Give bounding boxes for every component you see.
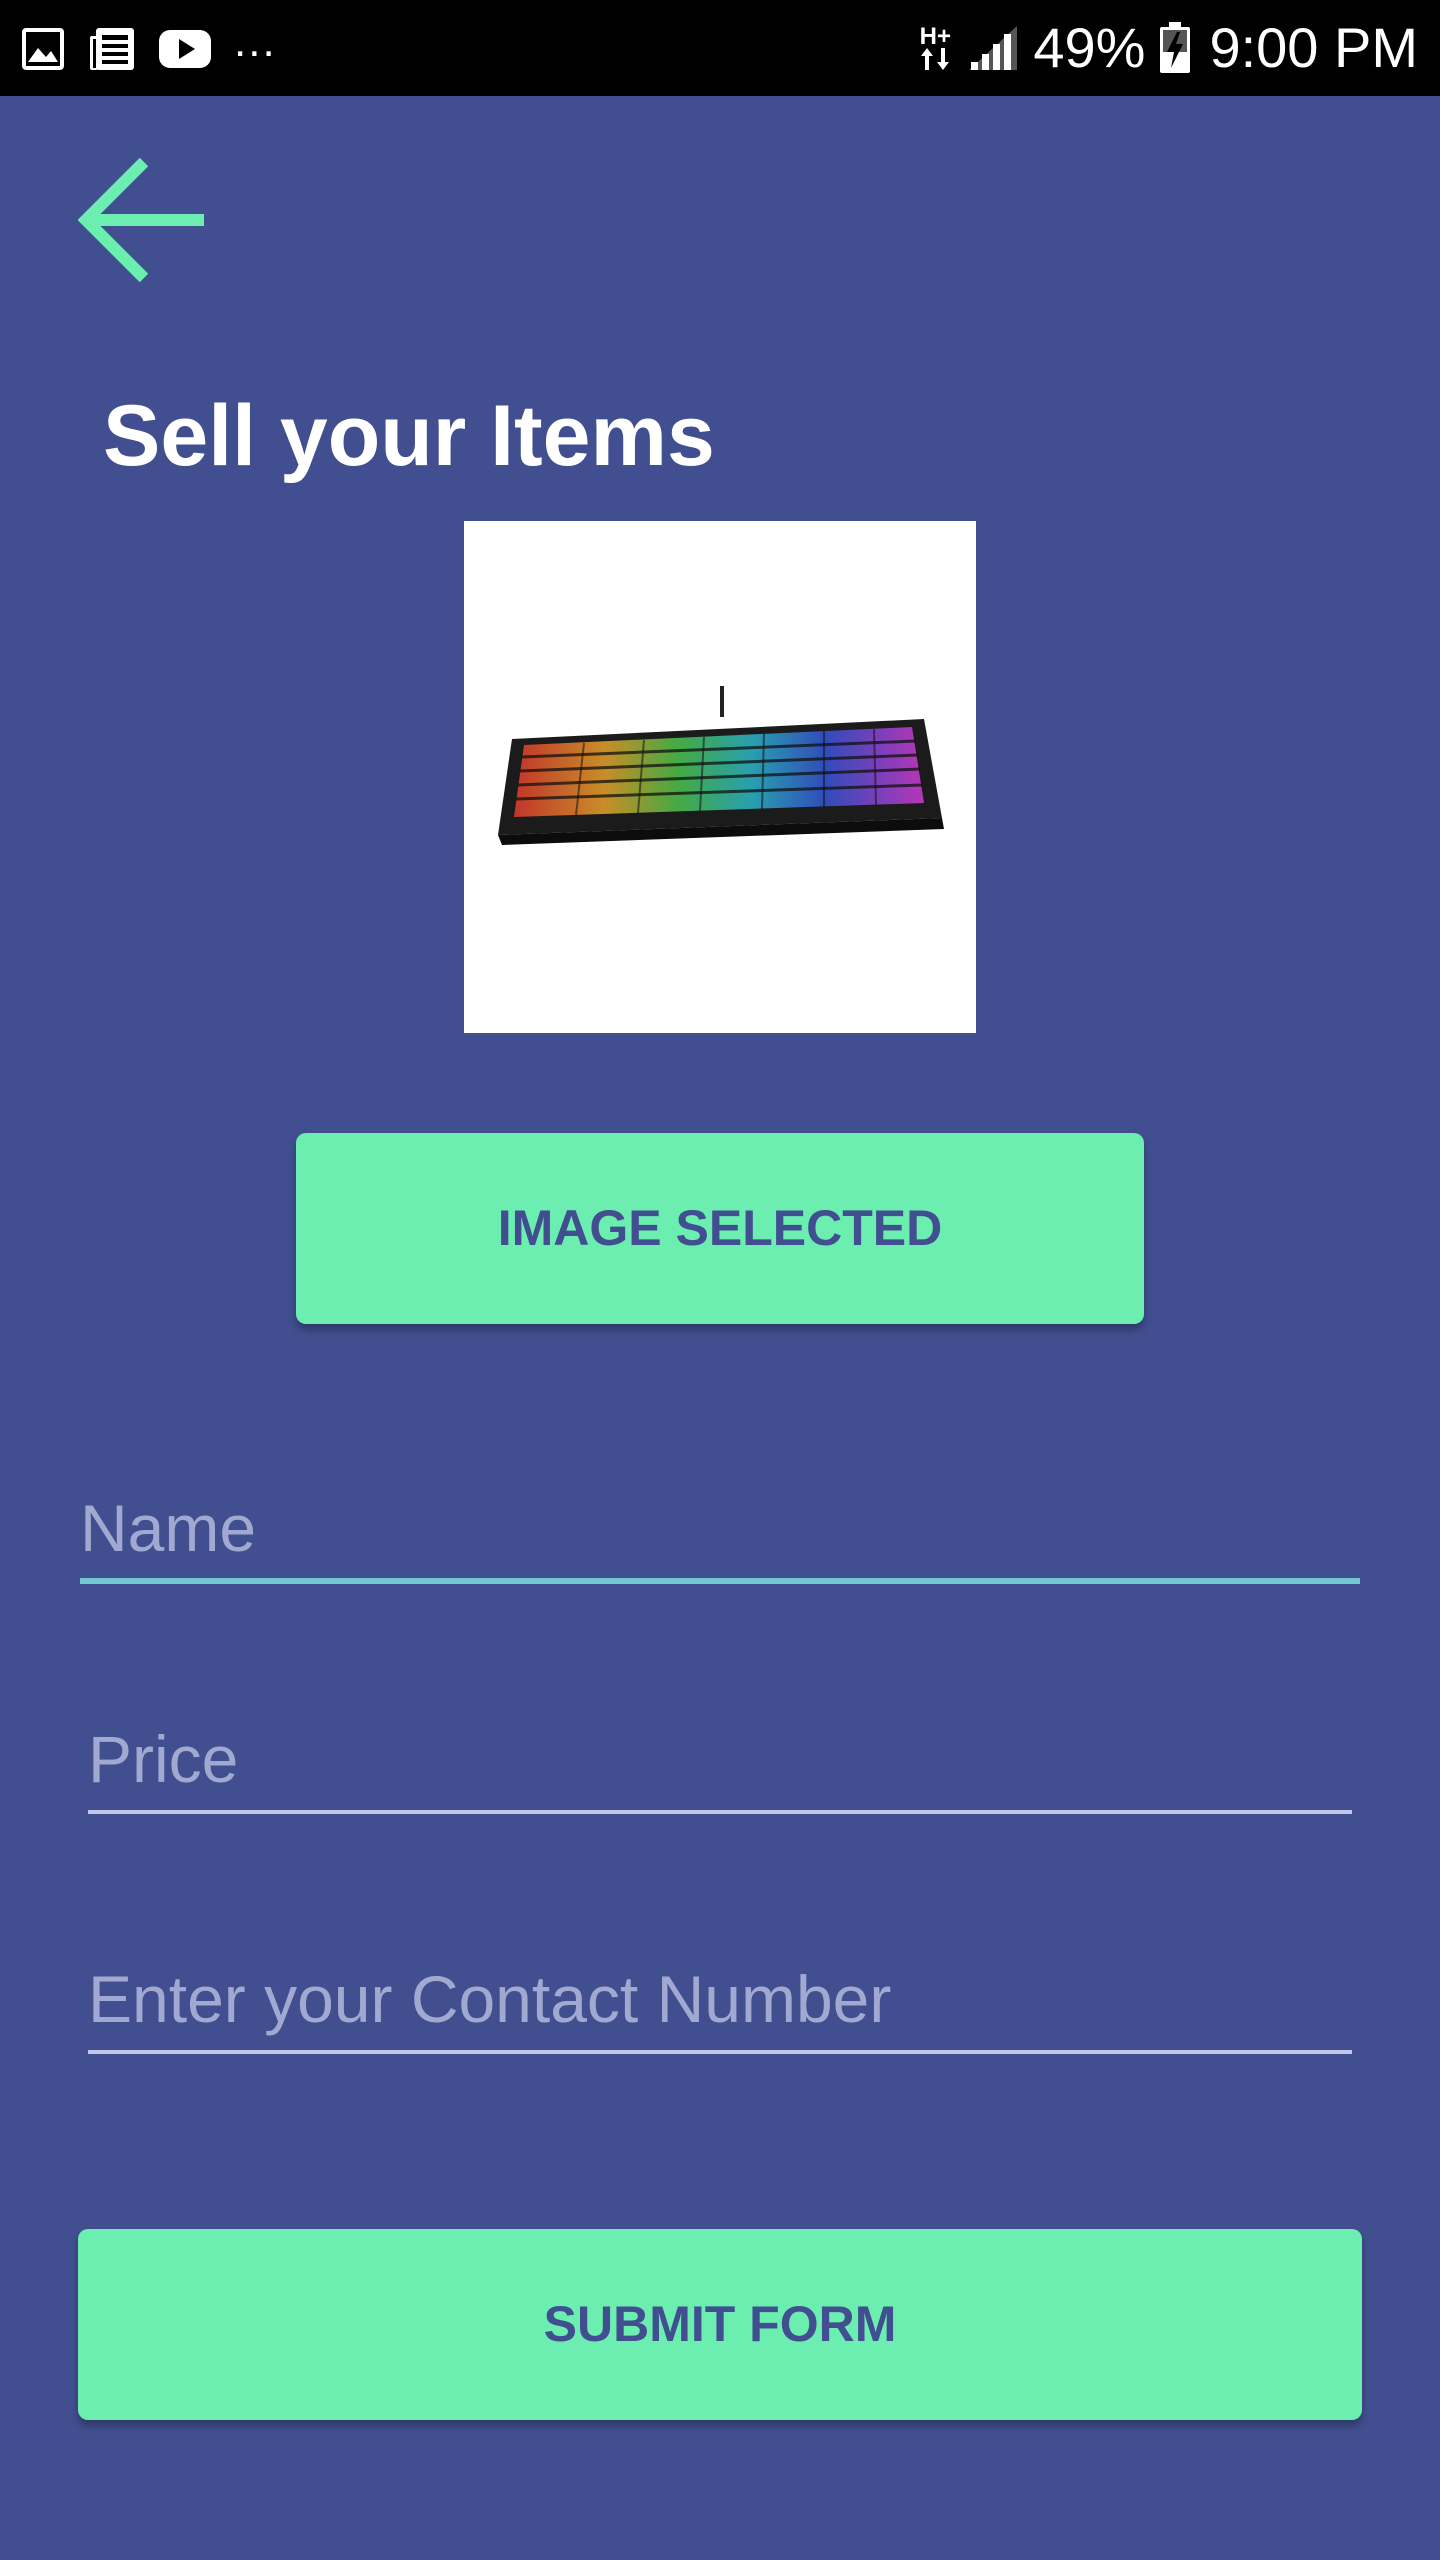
name-field[interactable] [80, 1478, 1360, 1584]
submit-form-button[interactable]: SUBMIT FORM [78, 2229, 1362, 2420]
image-selected-button[interactable]: IMAGE SELECTED [296, 1133, 1144, 1324]
item-image-preview [464, 521, 976, 1033]
back-button[interactable] [77, 156, 210, 284]
arrow-left-icon [77, 157, 204, 283]
keyboard-image [498, 686, 944, 845]
clock: 9:00 PM [1209, 16, 1418, 79]
page-title: Sell your Items [103, 388, 715, 484]
system-icons: H+ 49% 9:00 PM [917, 18, 1418, 78]
contact-number-field[interactable] [88, 1948, 1352, 2054]
overflow-indicator: ... [234, 17, 277, 66]
news-icon [90, 28, 134, 70]
youtube-icon [159, 30, 211, 68]
notification-icons: ... [20, 17, 277, 74]
battery-percent: 49% [1033, 16, 1146, 79]
signal-icon [969, 26, 1018, 70]
data-transfer-icon: H+ [917, 23, 953, 70]
gallery-icon [22, 28, 64, 70]
status-bar: ... H+ 49% 9:00 PM [0, 0, 1440, 96]
battery-charging-icon [1160, 22, 1191, 73]
network-type: H+ [919, 23, 952, 50]
price-field[interactable] [88, 1708, 1352, 1814]
